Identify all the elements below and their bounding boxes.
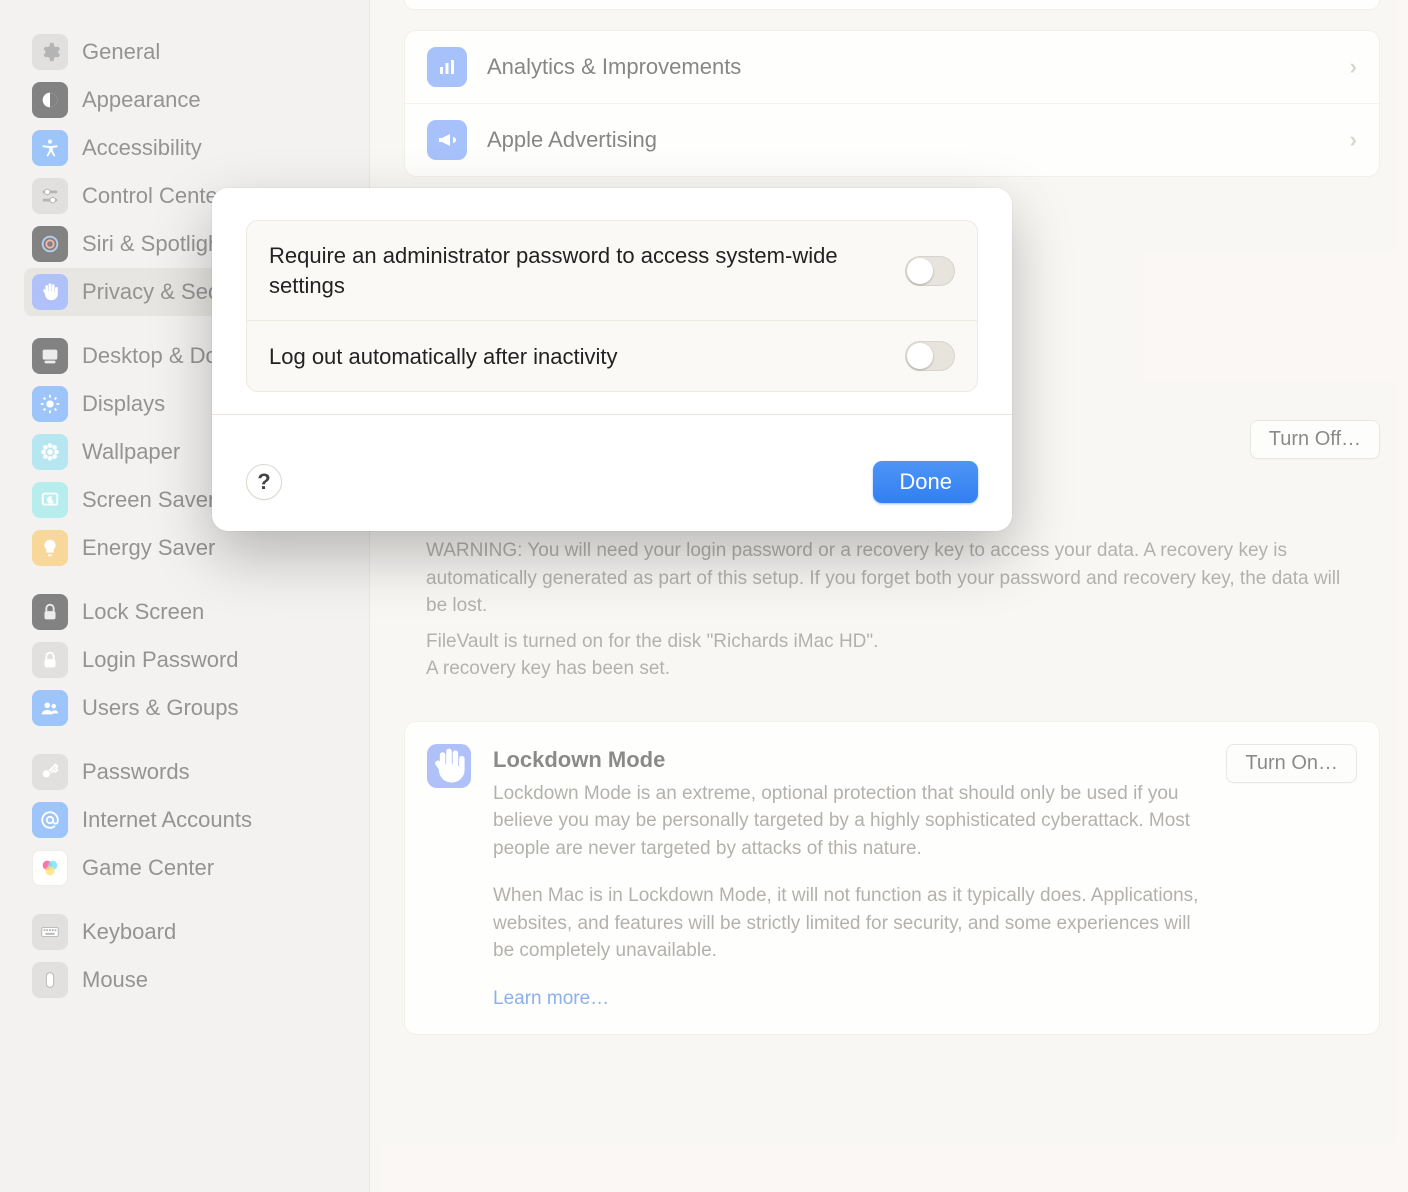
sidebar-item-keyboard[interactable]: Keyboard	[24, 908, 355, 956]
sidebar-item-label: Passwords	[82, 759, 190, 785]
chart-icon	[427, 47, 467, 87]
filevault-status-1: FileVault is turned on for the disk "Ric…	[426, 628, 1358, 656]
sidebar-item-label: Wallpaper	[82, 439, 180, 465]
bulb-icon	[32, 530, 68, 566]
accessibility-icon	[32, 130, 68, 166]
filevault-status-2: A recovery key has been set.	[426, 655, 1358, 683]
lockdown-learn-more-link[interactable]: Learn more…	[493, 988, 609, 1009]
sidebar-item-accessibility[interactable]: Accessibility	[24, 124, 355, 172]
card-lockdown: Lockdown Mode Lockdown Mode is an extrem…	[404, 721, 1380, 1036]
sidebar-item-users-groups[interactable]: Users & Groups	[24, 684, 355, 732]
modal-row-label: Log out automatically after inactivity	[269, 342, 885, 372]
sidebar-item-passwords[interactable]: Passwords	[24, 748, 355, 796]
sidebar-item-internet-accounts[interactable]: Internet Accounts	[24, 796, 355, 844]
sidebar-item-label: Energy Saver	[82, 535, 215, 561]
lockdown-title: Lockdown Mode	[493, 744, 1204, 776]
card-analytics-advertising: Analytics & Improvements › Apple Adverti…	[404, 30, 1380, 177]
modal-separator	[212, 414, 1012, 415]
row-analytics[interactable]: Analytics & Improvements ›	[405, 31, 1379, 103]
appearance-icon	[32, 82, 68, 118]
sidebar: General Appearance Accessibility Control…	[0, 0, 370, 1192]
sidebar-item-label: Siri & Spotlight	[82, 231, 226, 257]
sidebar-item-game-center[interactable]: Game Center	[24, 844, 355, 892]
sidebar-item-label: Appearance	[82, 87, 201, 113]
sidebar-item-label: Game Center	[82, 855, 214, 881]
lock-icon	[32, 594, 68, 630]
lockdown-p1: Lockdown Mode is an extreme, optional pr…	[493, 780, 1204, 863]
filevault-description: WARNING: You will need your login passwo…	[404, 537, 1380, 683]
sidebar-item-label: Users & Groups	[82, 695, 239, 721]
flower-icon	[32, 434, 68, 470]
megaphone-icon	[427, 120, 467, 160]
modal-row-admin-password: Require an administrator password to acc…	[247, 221, 977, 320]
sidebar-item-label: Displays	[82, 391, 165, 417]
filevault-warning: WARNING: You will need your login passwo…	[426, 537, 1358, 620]
done-button[interactable]: Done	[873, 461, 978, 503]
sidebar-group: Passwords Internet Accounts Game Center	[24, 748, 355, 892]
lockdown-action: Turn On…	[1226, 744, 1357, 1013]
toggle-auto-logout[interactable]	[905, 341, 955, 371]
siri-icon	[32, 226, 68, 262]
sidebar-group: Keyboard Mouse	[24, 908, 355, 1004]
sidebar-item-label: Screen Saver	[82, 487, 215, 513]
sidebar-item-energy-saver[interactable]: Energy Saver	[24, 524, 355, 572]
main-content: Analytics & Improvements › Apple Adverti…	[370, 0, 1408, 1192]
lock-outline-icon	[32, 642, 68, 678]
row-label: Apple Advertising	[487, 127, 1330, 153]
hand-icon	[32, 274, 68, 310]
chevron-right-icon: ›	[1350, 127, 1357, 153]
gear-icon	[32, 34, 68, 70]
filevault-turn-off-button[interactable]: Turn Off…	[1250, 420, 1380, 459]
modal-row-auto-logout: Log out automatically after inactivity	[247, 320, 977, 391]
lockdown-turn-on-button[interactable]: Turn On…	[1226, 744, 1357, 783]
advanced-settings-modal: Require an administrator password to acc…	[212, 188, 1012, 531]
row-advertising[interactable]: Apple Advertising ›	[405, 103, 1379, 176]
modal-row-label: Require an administrator password to acc…	[269, 241, 885, 300]
sidebar-item-label: Login Password	[82, 647, 239, 673]
sidebar-item-lock-screen[interactable]: Lock Screen	[24, 588, 355, 636]
sidebar-item-label: Keyboard	[82, 919, 176, 945]
moon-icon	[32, 482, 68, 518]
filevault-turn-off-wrap: Turn Off…	[1250, 420, 1380, 459]
dock-icon	[32, 338, 68, 374]
game-center-icon	[32, 850, 68, 886]
sidebar-group: Lock Screen Login Password Users & Group…	[24, 588, 355, 732]
sidebar-item-appearance[interactable]: Appearance	[24, 76, 355, 124]
users-icon	[32, 690, 68, 726]
card-edge	[404, 0, 1380, 10]
at-icon	[32, 802, 68, 838]
lockdown-p2: When Mac is in Lockdown Mode, it will no…	[493, 882, 1204, 965]
sidebar-item-label: Mouse	[82, 967, 148, 993]
lockdown-hand-icon	[427, 744, 471, 788]
row-label: Analytics & Improvements	[487, 54, 1330, 80]
chevron-right-icon: ›	[1350, 54, 1357, 80]
sidebar-item-label: General	[82, 39, 160, 65]
sidebar-item-label: Internet Accounts	[82, 807, 252, 833]
sidebar-item-label: Lock Screen	[82, 599, 204, 625]
sidebar-item-general[interactable]: General	[24, 28, 355, 76]
lockdown-body: Lockdown Mode Lockdown Mode is an extrem…	[493, 744, 1204, 1013]
sidebar-item-label: Control Center	[82, 183, 225, 209]
keyboard-icon	[32, 914, 68, 950]
sidebar-item-mouse[interactable]: Mouse	[24, 956, 355, 1004]
modal-settings-list: Require an administrator password to acc…	[246, 220, 978, 392]
mouse-icon	[32, 962, 68, 998]
sliders-icon	[32, 178, 68, 214]
sun-icon	[32, 386, 68, 422]
key-icon	[32, 754, 68, 790]
toggle-admin-password[interactable]	[905, 256, 955, 286]
sidebar-item-login-password[interactable]: Login Password	[24, 636, 355, 684]
sidebar-item-label: Accessibility	[82, 135, 202, 161]
help-button[interactable]: ?	[246, 464, 282, 500]
